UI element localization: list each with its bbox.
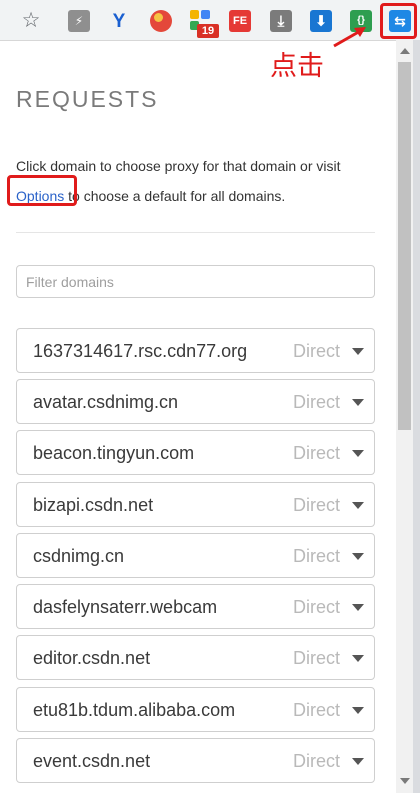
domain-row[interactable]: csdnimg.cn Direct [16, 533, 375, 578]
annotation-arrow-icon [333, 27, 366, 48]
domain-row[interactable]: editor.csdn.net Direct [16, 635, 375, 680]
caret-down-icon [352, 655, 364, 662]
proxy-select[interactable]: Direct [293, 597, 364, 618]
proxy-select[interactable]: Direct [293, 648, 364, 669]
proxy-value: Direct [292, 648, 340, 668]
domain-name: avatar.csdnimg.cn [33, 392, 179, 412]
domain-name: 1637314617.rsc.cdn77.org [33, 341, 248, 361]
proxy-value: Direct [292, 700, 340, 720]
y-extension-label: Y [112, 10, 126, 32]
window-edge [413, 40, 420, 793]
scroll-thumb[interactable] [398, 62, 411, 430]
panel-title: REQUESTS [16, 86, 159, 112]
domain-name: beacon.tingyun.com [33, 443, 195, 463]
intro-before: Click domain to choose proxy for that do… [16, 158, 341, 174]
domain-row[interactable]: event.csdn.net Direct [16, 738, 375, 783]
domain-row[interactable]: bizapi.csdn.net Direct [16, 482, 375, 527]
domain-row[interactable]: beacon.tingyun.com Direct [16, 430, 375, 475]
proxy-select[interactable]: Direct [293, 341, 364, 362]
fe-extension-icon[interactable]: FE [229, 10, 251, 32]
scroll-down-icon[interactable] [400, 778, 410, 784]
proxy-select[interactable]: Direct [293, 751, 364, 772]
filter-domains-input[interactable] [16, 265, 375, 298]
vertical-scrollbar[interactable] [396, 40, 413, 793]
intro-after: to choose a default for all domains. [64, 188, 286, 204]
y-extension-icon[interactable]: Y [108, 10, 130, 32]
domain-name: csdnimg.cn [33, 546, 125, 566]
proxy-select[interactable]: Direct [293, 443, 364, 464]
scroll-up-icon[interactable] [400, 48, 410, 54]
domain-row[interactable]: 1637314617.rsc.cdn77.org Direct [16, 328, 375, 373]
proxy-select[interactable]: Direct [293, 392, 364, 413]
caret-down-icon [352, 399, 364, 406]
divider [16, 232, 375, 233]
extension-badge: 19 [197, 24, 219, 38]
proxy-value: Direct [292, 495, 340, 515]
grid-cell [201, 10, 210, 19]
extension-highlight-box [380, 3, 417, 39]
proxy-value: Direct [292, 597, 340, 617]
domain-row[interactable]: etu81b.tdum.alibaba.com Direct [16, 687, 375, 732]
domain-name: dasfelynsaterr.webcam [33, 597, 218, 617]
ball-extension-icon[interactable] [150, 10, 172, 32]
caret-down-icon [352, 758, 364, 765]
download-blue-icon[interactable]: ⬇ [310, 10, 332, 32]
fe-extension-label: FE [232, 14, 248, 27]
download-icon[interactable]: ⤓ [270, 10, 292, 32]
proxy-select[interactable]: Direct [293, 495, 364, 516]
proxy-value: Direct [292, 392, 340, 412]
caret-down-icon [352, 502, 364, 509]
proxy-value: Direct [292, 751, 340, 771]
grid-cell [190, 10, 199, 19]
domain-name: editor.csdn.net [33, 648, 151, 668]
proxy-value: Direct [292, 546, 340, 566]
proxy-select[interactable]: Direct [293, 700, 364, 721]
domain-name: etu81b.tdum.alibaba.com [33, 700, 236, 720]
caret-down-icon [352, 450, 364, 457]
bolt-extension-icon[interactable]: ⚡ [68, 10, 90, 32]
caret-down-icon [352, 604, 364, 611]
proxy-select[interactable]: Direct [293, 546, 364, 567]
caret-down-icon [352, 707, 364, 714]
bookmark-star-icon[interactable]: ☆ [20, 9, 42, 31]
annotation-click-label: 点击 [270, 51, 324, 82]
domain-row[interactable]: dasfelynsaterr.webcam Direct [16, 584, 375, 629]
caret-down-icon [352, 348, 364, 355]
domain-name: bizapi.csdn.net [33, 495, 154, 515]
proxy-value: Direct [292, 341, 340, 361]
options-highlight-box [7, 175, 77, 206]
domain-name: event.csdn.net [33, 751, 151, 771]
proxy-value: Direct [292, 443, 340, 463]
domain-row[interactable]: avatar.csdnimg.cn Direct [16, 379, 375, 424]
caret-down-icon [352, 553, 364, 560]
